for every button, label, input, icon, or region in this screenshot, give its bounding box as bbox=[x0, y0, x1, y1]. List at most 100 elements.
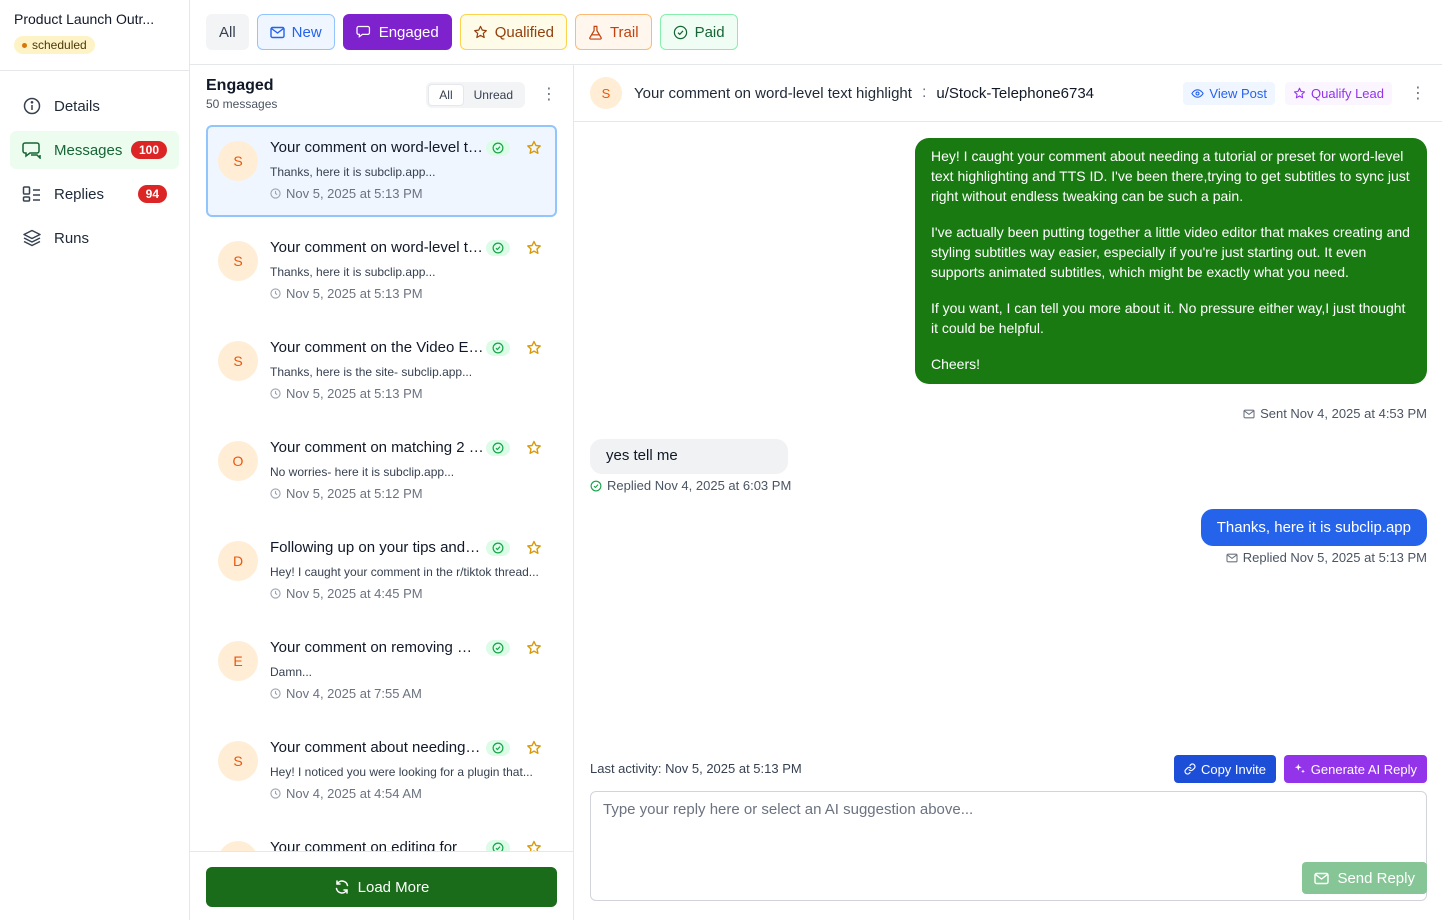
info-icon bbox=[22, 96, 42, 116]
send-reply-button[interactable]: Send Reply bbox=[1302, 862, 1427, 894]
conversation-more-icon[interactable]: ⋮ bbox=[1410, 83, 1426, 103]
filter-label: Engaged bbox=[378, 23, 439, 41]
star-icon[interactable] bbox=[526, 140, 542, 156]
list-item-preview: Hey! I caught your comment in the r/tikt… bbox=[270, 565, 539, 579]
list-item-timestamp: Nov 4, 2025 at 4:54 AM bbox=[286, 786, 422, 801]
sidebar-item-messages[interactable]: Messages 100 bbox=[10, 131, 179, 169]
flask-icon bbox=[589, 25, 602, 40]
list-item-top: Your comment on word-level text highligh… bbox=[270, 239, 542, 256]
replies-count-badge: 94 bbox=[137, 185, 167, 203]
avatar: S bbox=[218, 741, 258, 781]
sidebar-item-label: Replies bbox=[54, 185, 105, 203]
list-item-top: Your comment on editing for bbox=[270, 839, 542, 851]
seg-unread-button[interactable]: Unread bbox=[464, 84, 523, 106]
view-post-button[interactable]: View Post bbox=[1183, 81, 1275, 105]
seg-all-button[interactable]: All bbox=[428, 84, 464, 106]
star-icon[interactable] bbox=[526, 840, 542, 851]
messages-count-badge: 100 bbox=[130, 141, 167, 159]
filter-trail-button[interactable]: Trail bbox=[574, 14, 652, 50]
filter-qualified-button[interactable]: Qualified bbox=[459, 14, 567, 50]
generate-ai-reply-label: Generate AI Reply bbox=[1310, 761, 1417, 777]
link-icon bbox=[1184, 763, 1196, 775]
list-item[interactable]: D Following up on your tips and tricks Hey… bbox=[206, 525, 557, 617]
filter-new-button[interactable]: New bbox=[256, 14, 335, 50]
avatar: S bbox=[590, 77, 622, 109]
list-item-preview: Thanks, here is the site- subclip.app... bbox=[270, 365, 473, 379]
sidebar-item-details[interactable]: Details bbox=[10, 87, 179, 125]
reply-input[interactable] bbox=[591, 792, 1426, 900]
message-icon bbox=[356, 25, 370, 38]
list-item[interactable]: S Your comment on word-level text highlig… bbox=[206, 225, 557, 317]
message-list-panel: Engaged 50 messages All Unread ⋮ S Your c… bbox=[190, 65, 574, 920]
project-title[interactable]: Product Launch Outr... bbox=[14, 11, 174, 27]
engaged-status-icon bbox=[486, 339, 510, 356]
replies-icon bbox=[22, 184, 42, 204]
copy-invite-button[interactable]: Copy Invite bbox=[1173, 755, 1276, 783]
header-actions: View Post Qualify Lead ⋮ bbox=[1183, 81, 1426, 105]
filter-label: New bbox=[291, 23, 322, 41]
followup-message-bubble: Thanks, here it is subclip.app bbox=[1200, 509, 1427, 546]
list-item-body: Your comment on matching 2 videos No worr… bbox=[270, 439, 542, 503]
followup-timestamp: Replied Nov 5, 2025 at 5:13 PM bbox=[1242, 550, 1427, 565]
list-more-icon[interactable]: ⋮ bbox=[541, 86, 557, 103]
avatar: S bbox=[218, 141, 258, 181]
sidebar-item-runs[interactable]: Runs bbox=[10, 219, 179, 257]
filter-paid-button[interactable]: Paid bbox=[659, 14, 738, 50]
qualify-lead-button[interactable]: Qualify Lead bbox=[1285, 81, 1392, 105]
engaged-status-icon bbox=[486, 739, 510, 756]
engaged-status-icon bbox=[486, 239, 510, 256]
check-circle-icon bbox=[673, 25, 687, 39]
clock-icon bbox=[270, 288, 281, 299]
filter-label: Trail bbox=[609, 23, 639, 41]
sent-message-paragraph: I've actually been putting together a li… bbox=[931, 224, 1410, 280]
filter-all-button[interactable]: All bbox=[206, 14, 249, 50]
list-item[interactable]: O Your comment on matching 2 videos No wor… bbox=[206, 425, 557, 517]
filter-engaged-button[interactable]: Engaged bbox=[342, 14, 452, 50]
list-item-timestamp: Nov 5, 2025 at 5:13 PM bbox=[286, 186, 423, 201]
star-icon[interactable] bbox=[526, 640, 542, 656]
list-item-timestamp: Nov 5, 2025 at 4:45 PM bbox=[286, 586, 423, 601]
mail-icon bbox=[269, 26, 285, 38]
list-item[interactable]: S Your comment on the Video Editor Thanks,… bbox=[206, 325, 557, 417]
load-more-label: Load More bbox=[357, 878, 430, 896]
list-item-top: Your comment on removing music bbox=[270, 639, 542, 656]
list-item[interactable]: E Your comment on removing music Damn... No… bbox=[206, 625, 557, 717]
sent-message-paragraph: If you want, I can tell you more about i… bbox=[931, 300, 1406, 336]
conversation-username[interactable]: u/Stock-Telephone6734 bbox=[936, 85, 1094, 102]
copy-invite-label: Copy Invite bbox=[1200, 761, 1266, 777]
refresh-icon bbox=[335, 880, 348, 894]
clock-icon bbox=[270, 388, 281, 399]
received-message-bubble: yes tell me bbox=[590, 439, 788, 474]
sent-message-paragraph: Cheers! bbox=[931, 356, 981, 372]
mail-icon bbox=[1226, 553, 1238, 562]
clock-icon bbox=[270, 588, 281, 599]
star-icon[interactable] bbox=[526, 440, 542, 456]
list-item-subject: Your comment about needing a plugin bbox=[270, 739, 484, 756]
list-header: Engaged 50 messages All Unread ⋮ bbox=[190, 65, 573, 123]
list-item[interactable]: S Your comment on word-level text highlig… bbox=[206, 125, 557, 217]
list-item-subject: Your comment on removing music bbox=[270, 639, 484, 656]
star-icon[interactable] bbox=[526, 740, 542, 756]
list-item-time: Nov 5, 2025 at 5:12 PM bbox=[270, 486, 542, 501]
status-label: scheduled bbox=[32, 38, 87, 52]
star-icon[interactable] bbox=[526, 240, 542, 256]
sidebar-item-replies[interactable]: Replies 94 bbox=[10, 175, 179, 213]
avatar: S bbox=[218, 341, 258, 381]
clock-icon bbox=[270, 688, 281, 699]
list-item-time: Nov 5, 2025 at 5:13 PM bbox=[270, 286, 542, 301]
sparkles-icon bbox=[1294, 763, 1305, 774]
message-icon bbox=[22, 140, 42, 160]
list-item-preview: No worries- here it is subclip.app... bbox=[270, 465, 455, 479]
generate-ai-reply-button[interactable]: Generate AI Reply bbox=[1283, 755, 1427, 783]
list-item-timestamp: Nov 5, 2025 at 5:13 PM bbox=[286, 286, 423, 301]
conversation-panel: S Your comment on word-level text highli… bbox=[574, 65, 1442, 920]
sidebar-nav: Details Messages 100 Replies 94 Runs bbox=[0, 71, 189, 279]
filter-bar: All New Engaged Qualified Trail Paid bbox=[190, 0, 1442, 65]
list-item[interactable]: S Your comment on editing for bbox=[206, 825, 557, 851]
list-item[interactable]: S Your comment about needing a plugin Hey!… bbox=[206, 725, 557, 817]
list-item-time: Nov 5, 2025 at 5:13 PM bbox=[270, 386, 542, 401]
star-icon[interactable] bbox=[526, 540, 542, 556]
mail-icon bbox=[1314, 872, 1330, 884]
load-more-button[interactable]: Load More bbox=[206, 867, 557, 907]
star-icon[interactable] bbox=[526, 340, 542, 356]
